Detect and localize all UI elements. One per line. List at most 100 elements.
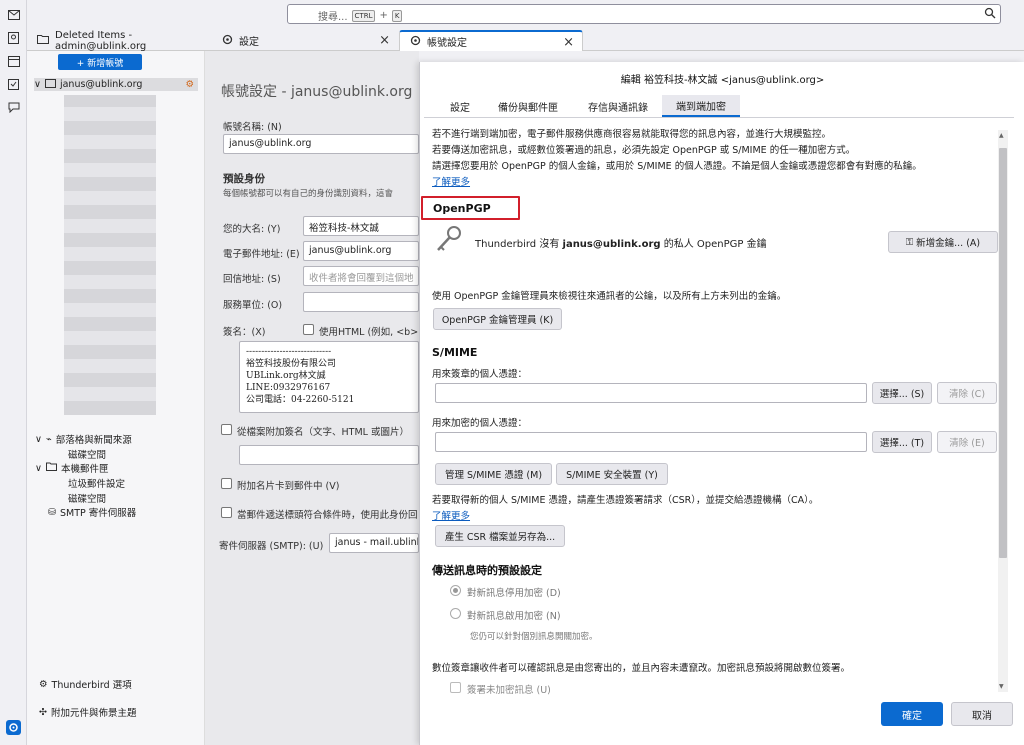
tab-settings[interactable]: 設定 × — [212, 30, 398, 51]
rss-icon: ⌁ — [45, 433, 52, 445]
attach-signature-label: 從檔案附加簽名（文字、HTML 或圖片） — [237, 427, 409, 438]
puzzle-icon: ✣ — [39, 706, 47, 718]
clear-sign-cert-button[interactable]: 清除 (C) — [937, 382, 997, 404]
enable-encryption-radio[interactable] — [450, 608, 461, 619]
select-sign-cert-button[interactable]: 選擇... (S) — [872, 382, 932, 404]
dialog-scrollbar[interactable]: ▲ ▼ — [998, 130, 1008, 692]
close-icon[interactable]: × — [563, 35, 574, 50]
smtp-select[interactable]: janus - mail.ublink — [329, 533, 419, 553]
folder-item[interactable]: 磁碟空間 — [68, 491, 106, 505]
tab-end-to-end-encryption[interactable]: 端到端加密 — [662, 95, 740, 117]
clear-encrypt-cert-button[interactable]: 清除 (E) — [937, 431, 997, 453]
add-key-label: 新增金鑰... (A) — [916, 238, 981, 249]
shortcut-key-ctrl: CTRL — [351, 9, 376, 22]
encrypt-cert-input[interactable] — [435, 432, 867, 452]
attach-vcard-checkbox[interactable] — [221, 478, 232, 489]
mail-icon[interactable] — [6, 7, 21, 22]
reply-identity-label: 當郵件遞送標頭符合條件時，使用此身份回 — [237, 510, 418, 521]
no-key-suffix: 的私人 OpenPGP 金鑰 — [663, 239, 767, 250]
account-settings-icon — [410, 35, 421, 49]
signature-label: 簽名：(X) — [223, 327, 266, 338]
default-identity-heading: 預設身份 — [223, 173, 265, 185]
organization-label: 服務單位: (O) — [223, 300, 283, 311]
close-icon[interactable]: × — [379, 33, 390, 48]
settings-space-icon[interactable] — [6, 720, 21, 735]
account-settings-pane: 帳號設定 - janus@ublink.org 帳號名稱: (N) janus@… — [205, 51, 419, 745]
select-encrypt-cert-button[interactable]: 選擇... (T) — [872, 431, 932, 453]
scroll-up-icon[interactable]: ▲ — [999, 132, 1004, 139]
ok-button[interactable]: 確定 — [881, 702, 943, 726]
account-name-input[interactable]: janus@ublink.org — [223, 134, 419, 154]
chevron-down-icon: ∨ — [35, 462, 42, 474]
tab-copies-folders[interactable]: 備份與郵件匣 — [490, 95, 566, 117]
edit-identity-dialog: 編輯 裕笠科技-林文誠 <janus@ublink.org> 設定 備份與郵件匣… — [419, 62, 1024, 745]
attach-signature-checkbox[interactable] — [221, 424, 232, 435]
folder-icon — [45, 462, 57, 474]
folder-label: 磁碟空間 — [68, 494, 107, 505]
tab-deleted-items[interactable]: Deleted Items - admin@ublink.org — [27, 30, 212, 52]
intro-line-3: 請選擇您要用於 OpenPGP 的個人金鑰，或用於 S/MIME 的個人憑證。不… — [432, 161, 922, 172]
key-small-icon: ⚿ — [905, 236, 914, 248]
tab-composition-addressing[interactable]: 存信與通訊錄 — [578, 95, 658, 117]
thunderbird-options[interactable]: ⚙ Thunderbird 選項 — [39, 677, 132, 692]
chat-icon[interactable] — [6, 99, 21, 114]
calendar-icon[interactable] — [6, 53, 21, 68]
folder-label: SMTP 寄件伺服器 — [59, 508, 137, 519]
smime-security-devices-button[interactable]: S/MIME 安全裝置 (Y) — [556, 463, 668, 485]
no-key-message: Thunderbird 沒有 janus@ublink.org 的私人 Open… — [475, 235, 767, 250]
openpgp-key-manager-button[interactable]: OpenPGP 金鑰管理員 (K) — [433, 308, 562, 330]
sign-cert-input[interactable] — [435, 383, 867, 403]
folder-item[interactable]: 垃圾郵件設定 — [68, 476, 125, 490]
enable-encryption-label: 對新訊息啟用加密 (N) — [467, 611, 561, 622]
disable-encryption-radio[interactable] — [450, 585, 461, 596]
add-key-button[interactable]: ⚿ 新增金鑰... (A) — [888, 231, 998, 253]
smtp-server-item[interactable]: ⛁ SMTP 寄件伺服器 — [48, 505, 137, 520]
learn-more-link-2[interactable]: 了解更多 — [432, 508, 470, 522]
tasks-icon[interactable] — [6, 76, 21, 91]
tab-account-settings[interactable]: 帳號設定 × — [399, 30, 583, 51]
reply-to-input[interactable]: 收件者將會回覆到這個地 — [303, 266, 419, 286]
use-html-checkbox[interactable] — [303, 324, 314, 335]
tab-settings[interactable]: 設定 — [446, 95, 474, 117]
folder-label: 垃圾郵件設定 — [68, 479, 126, 490]
folder-label: 磁碟空間 — [68, 450, 107, 461]
no-key-prefix: Thunderbird 沒有 — [475, 239, 560, 250]
scrollbar-thumb[interactable] — [999, 148, 1007, 558]
learn-more-link[interactable]: 了解更多 — [432, 174, 470, 188]
highlight-box — [421, 196, 520, 220]
tab-divider — [424, 117, 1014, 118]
tab-label: 設定 — [239, 37, 259, 48]
manage-smime-certs-button[interactable]: 管理 S/MIME 憑證 (M) — [435, 463, 552, 485]
new-account-button[interactable]: + 新增帳號 — [58, 54, 142, 70]
sign-unencrypted-checkbox[interactable] — [450, 682, 461, 693]
scroll-down-icon[interactable]: ▼ — [999, 683, 1004, 690]
folder-icon — [37, 34, 49, 47]
local-folders[interactable]: ∨ 本機郵件匣 — [35, 461, 108, 475]
account-name-label: 帳號名稱: (N) — [223, 122, 282, 133]
generate-csr-button[interactable]: 產生 CSR 檔案並另存為... — [435, 525, 565, 547]
csr-description: 若要取得新的個人 S/MIME 憑證，請產生憑證簽署請求（CSR），並提交給憑證… — [432, 495, 819, 506]
folder-item[interactable]: 磁碟空間 — [68, 447, 106, 461]
signature-textarea[interactable]: ---------------------------- 裕笠科技股份有限公司 … — [239, 341, 419, 413]
address-book-icon[interactable] — [6, 30, 21, 45]
global-search-input[interactable]: 搜尋... CTRL + K — [287, 4, 1001, 24]
shortcut-key-k: K — [391, 9, 403, 22]
email-input[interactable]: janus@ublink.org — [303, 241, 419, 261]
account-row[interactable]: ∨ janus@ublink.org ⚙ — [34, 78, 198, 91]
folder-label: Thunderbird 選項 — [51, 680, 132, 691]
cancel-button[interactable]: 取消 — [951, 702, 1013, 726]
account-settings-icon: ⚙ — [185, 79, 194, 90]
addons-themes[interactable]: ✣ 附加元件與佈景主題 — [39, 705, 136, 720]
search-icon[interactable] — [984, 7, 996, 22]
sig-line: LINE:0932976167 — [246, 383, 331, 393]
reply-identity-checkbox[interactable] — [221, 507, 232, 518]
your-name-input[interactable]: 裕笠科技-林文誠 — [303, 216, 419, 236]
feeds-folder[interactable]: ∨ ⌁ 部落格與新聞來源 — [35, 432, 132, 447]
encryption-hint: 您仍可以針對個別訊息開關加密。 — [470, 632, 598, 642]
signature-file-input[interactable] — [239, 445, 419, 465]
gear-icon — [222, 34, 233, 48]
folder-label: 本機郵件匣 — [60, 464, 109, 475]
page-title: 帳號設定 - janus@ublink.org — [221, 84, 413, 100]
organization-input[interactable] — [303, 292, 419, 312]
sig-line: UBLink.org林文誠 — [246, 371, 326, 381]
